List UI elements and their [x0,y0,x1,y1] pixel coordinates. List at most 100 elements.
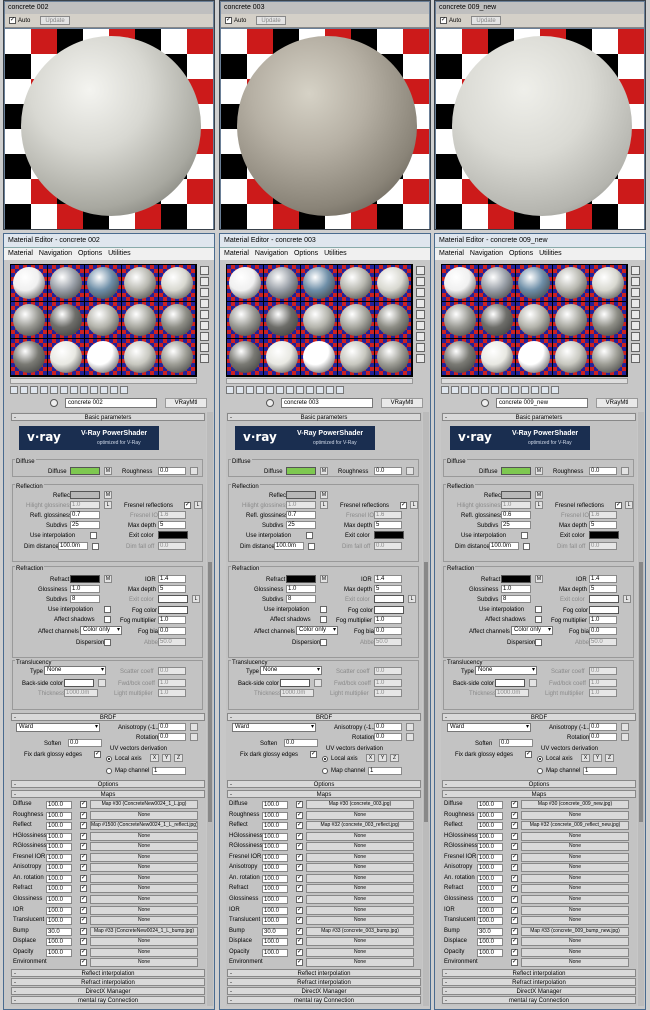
backlight-icon[interactable] [416,277,425,286]
rollout-mental-ray-connection[interactable]: - mental ray Connection [11,996,205,1004]
refl-use-interp-checkbox[interactable] [521,532,528,539]
map-slot-button[interactable]: None [306,810,414,820]
map-slot-button[interactable]: None [306,894,414,904]
sample-slot[interactable] [375,265,411,301]
fix-dark-edges-checkbox[interactable]: ✓ [525,751,532,758]
refr-subdivs-spinner[interactable]: 8 [70,595,100,603]
reset-icon[interactable] [256,386,264,394]
options-icon[interactable] [631,332,640,341]
rollout-brdf[interactable]: - BRDF [11,713,205,721]
sample-slot[interactable] [338,302,374,338]
refl-exit-color-swatch[interactable] [589,531,619,539]
brdf-type-dropdown[interactable]: Ward [447,723,531,732]
map-enable-checkbox[interactable]: ✓ [511,938,518,946]
rollout-maps[interactable]: - Maps [442,790,636,798]
refl-subdivs-spinner[interactable]: 25 [70,521,100,529]
map-enable-checkbox[interactable]: ✓ [511,927,518,935]
auto-checkbox[interactable]: ✓ [9,17,16,24]
fog-multiplier-spinner[interactable]: 1.0 [158,616,186,624]
anisotropy-map-button[interactable] [621,723,629,731]
map-amount-spinner[interactable]: 100.0 [46,895,72,904]
map-amount-spinner[interactable]: 100.0 [46,938,72,947]
refr-lock-button[interactable]: L [192,595,200,603]
fog-bias-spinner[interactable]: 0.0 [589,627,617,635]
sample-slot[interactable] [85,339,121,375]
map-enable-checkbox[interactable]: ✓ [511,874,518,882]
sample-slot[interactable] [264,302,300,338]
sample-slot[interactable] [479,302,515,338]
assign-icon[interactable] [30,386,38,394]
sample-slot[interactable] [479,265,515,301]
sample-slot[interactable] [159,302,195,338]
sample-slot[interactable] [48,302,84,338]
sample-slot[interactable] [590,339,626,375]
map-enable-checkbox[interactable]: ✓ [511,885,518,893]
go-forward-icon[interactable] [551,386,559,394]
roughness-spinner[interactable]: 0.0 [589,467,617,475]
sample-slot[interactable] [264,339,300,375]
map-enable-checkbox[interactable]: ✓ [80,843,87,851]
axis-x-button[interactable]: X [366,754,375,762]
map-enable-checkbox[interactable]: ✓ [296,927,303,935]
dim-distance-checkbox[interactable] [308,543,315,550]
rollout-scrollbar[interactable] [207,412,213,1006]
map-amount-spinner[interactable]: 100.0 [262,938,288,947]
rollout-directx-manager[interactable]: - DirectX Manager [11,987,205,995]
rollout-refract-interpolation[interactable]: - Refract interpolation [11,978,205,986]
sample-slot[interactable] [553,339,589,375]
map-slot-button[interactable]: None [521,894,629,904]
refr-subdivs-spinner[interactable]: 8 [286,595,316,603]
rollout-options[interactable]: - Options [442,780,636,788]
go-forward-icon[interactable] [120,386,128,394]
roughness-spinner[interactable]: 0.0 [374,467,402,475]
map-amount-spinner[interactable]: 100.0 [262,864,288,873]
effects-channel-icon[interactable] [511,386,519,394]
sample-slot[interactable] [159,339,195,375]
refl-use-interp-checkbox[interactable] [90,532,97,539]
diffuse-color-swatch[interactable] [501,467,531,475]
menu-item-navigation[interactable]: Navigation [39,250,72,257]
map-amount-spinner[interactable]: 100.0 [262,895,288,904]
map-slot-button[interactable]: None [306,873,414,883]
map-slot-button[interactable]: None [521,810,629,820]
material-type-button[interactable]: VRayMtl [381,398,423,408]
fresnel-lock-button[interactable]: L [625,501,633,509]
material-name-field[interactable]: concrete 009_new [496,398,588,408]
map-amount-spinner[interactable]: 30.0 [262,927,288,936]
reset-icon[interactable] [471,386,479,394]
unique-icon[interactable] [491,386,499,394]
map-enable-checkbox[interactable]: ✓ [511,864,518,872]
fresnel-checkbox[interactable]: ✓ [400,502,407,509]
map-amount-spinner[interactable]: 100.0 [477,853,503,862]
fix-dark-edges-checkbox[interactable]: ✓ [310,751,317,758]
map-amount-spinner[interactable]: 100.0 [477,906,503,915]
sample-slot[interactable] [227,339,263,375]
auto-checkbox-group[interactable]: ✓ Auto [9,17,30,24]
rollout-scrollbar[interactable] [423,412,429,1006]
brdf-type-dropdown[interactable]: Ward [232,723,316,732]
sample-slot[interactable] [11,302,47,338]
put-library-icon[interactable] [286,386,294,394]
backlight-icon[interactable] [631,277,640,286]
map-amount-spinner[interactable]: 100.0 [477,843,503,852]
map-slot-button[interactable]: Map #32 (concrete_009_reflect_new.jpg) [521,821,629,831]
map-slot-button[interactable]: None [521,958,629,968]
pick-material-icon[interactable] [481,399,489,407]
menu-item-navigation[interactable]: Navigation [470,250,503,257]
affect-shadows-checkbox[interactable] [320,616,327,623]
map-enable-checkbox[interactable]: ✓ [296,959,303,967]
map-slot-button[interactable]: None [90,947,198,957]
sample-slot[interactable] [516,265,552,301]
map-slot-button[interactable]: None [90,937,198,947]
scatter-coeff-spinner[interactable]: 0.0 [589,667,617,675]
dim-distance-spinner[interactable]: 100.0m [58,542,88,550]
sample-slot[interactable] [375,339,411,375]
rollout-reflect-interpolation[interactable]: - Reflect interpolation [227,969,421,977]
fresnel-checkbox[interactable]: ✓ [615,502,622,509]
dim-distance-spinner[interactable]: 100.0m [489,542,519,550]
map-enable-checkbox[interactable]: ✓ [80,853,87,861]
map-enable-checkbox[interactable]: ✓ [80,906,87,914]
sample-slot[interactable] [11,339,47,375]
map-slot-button[interactable]: Map #32 (concrete_003_reflect.jpg) [306,821,414,831]
affect-channels-dropdown[interactable]: Color only [296,626,338,635]
